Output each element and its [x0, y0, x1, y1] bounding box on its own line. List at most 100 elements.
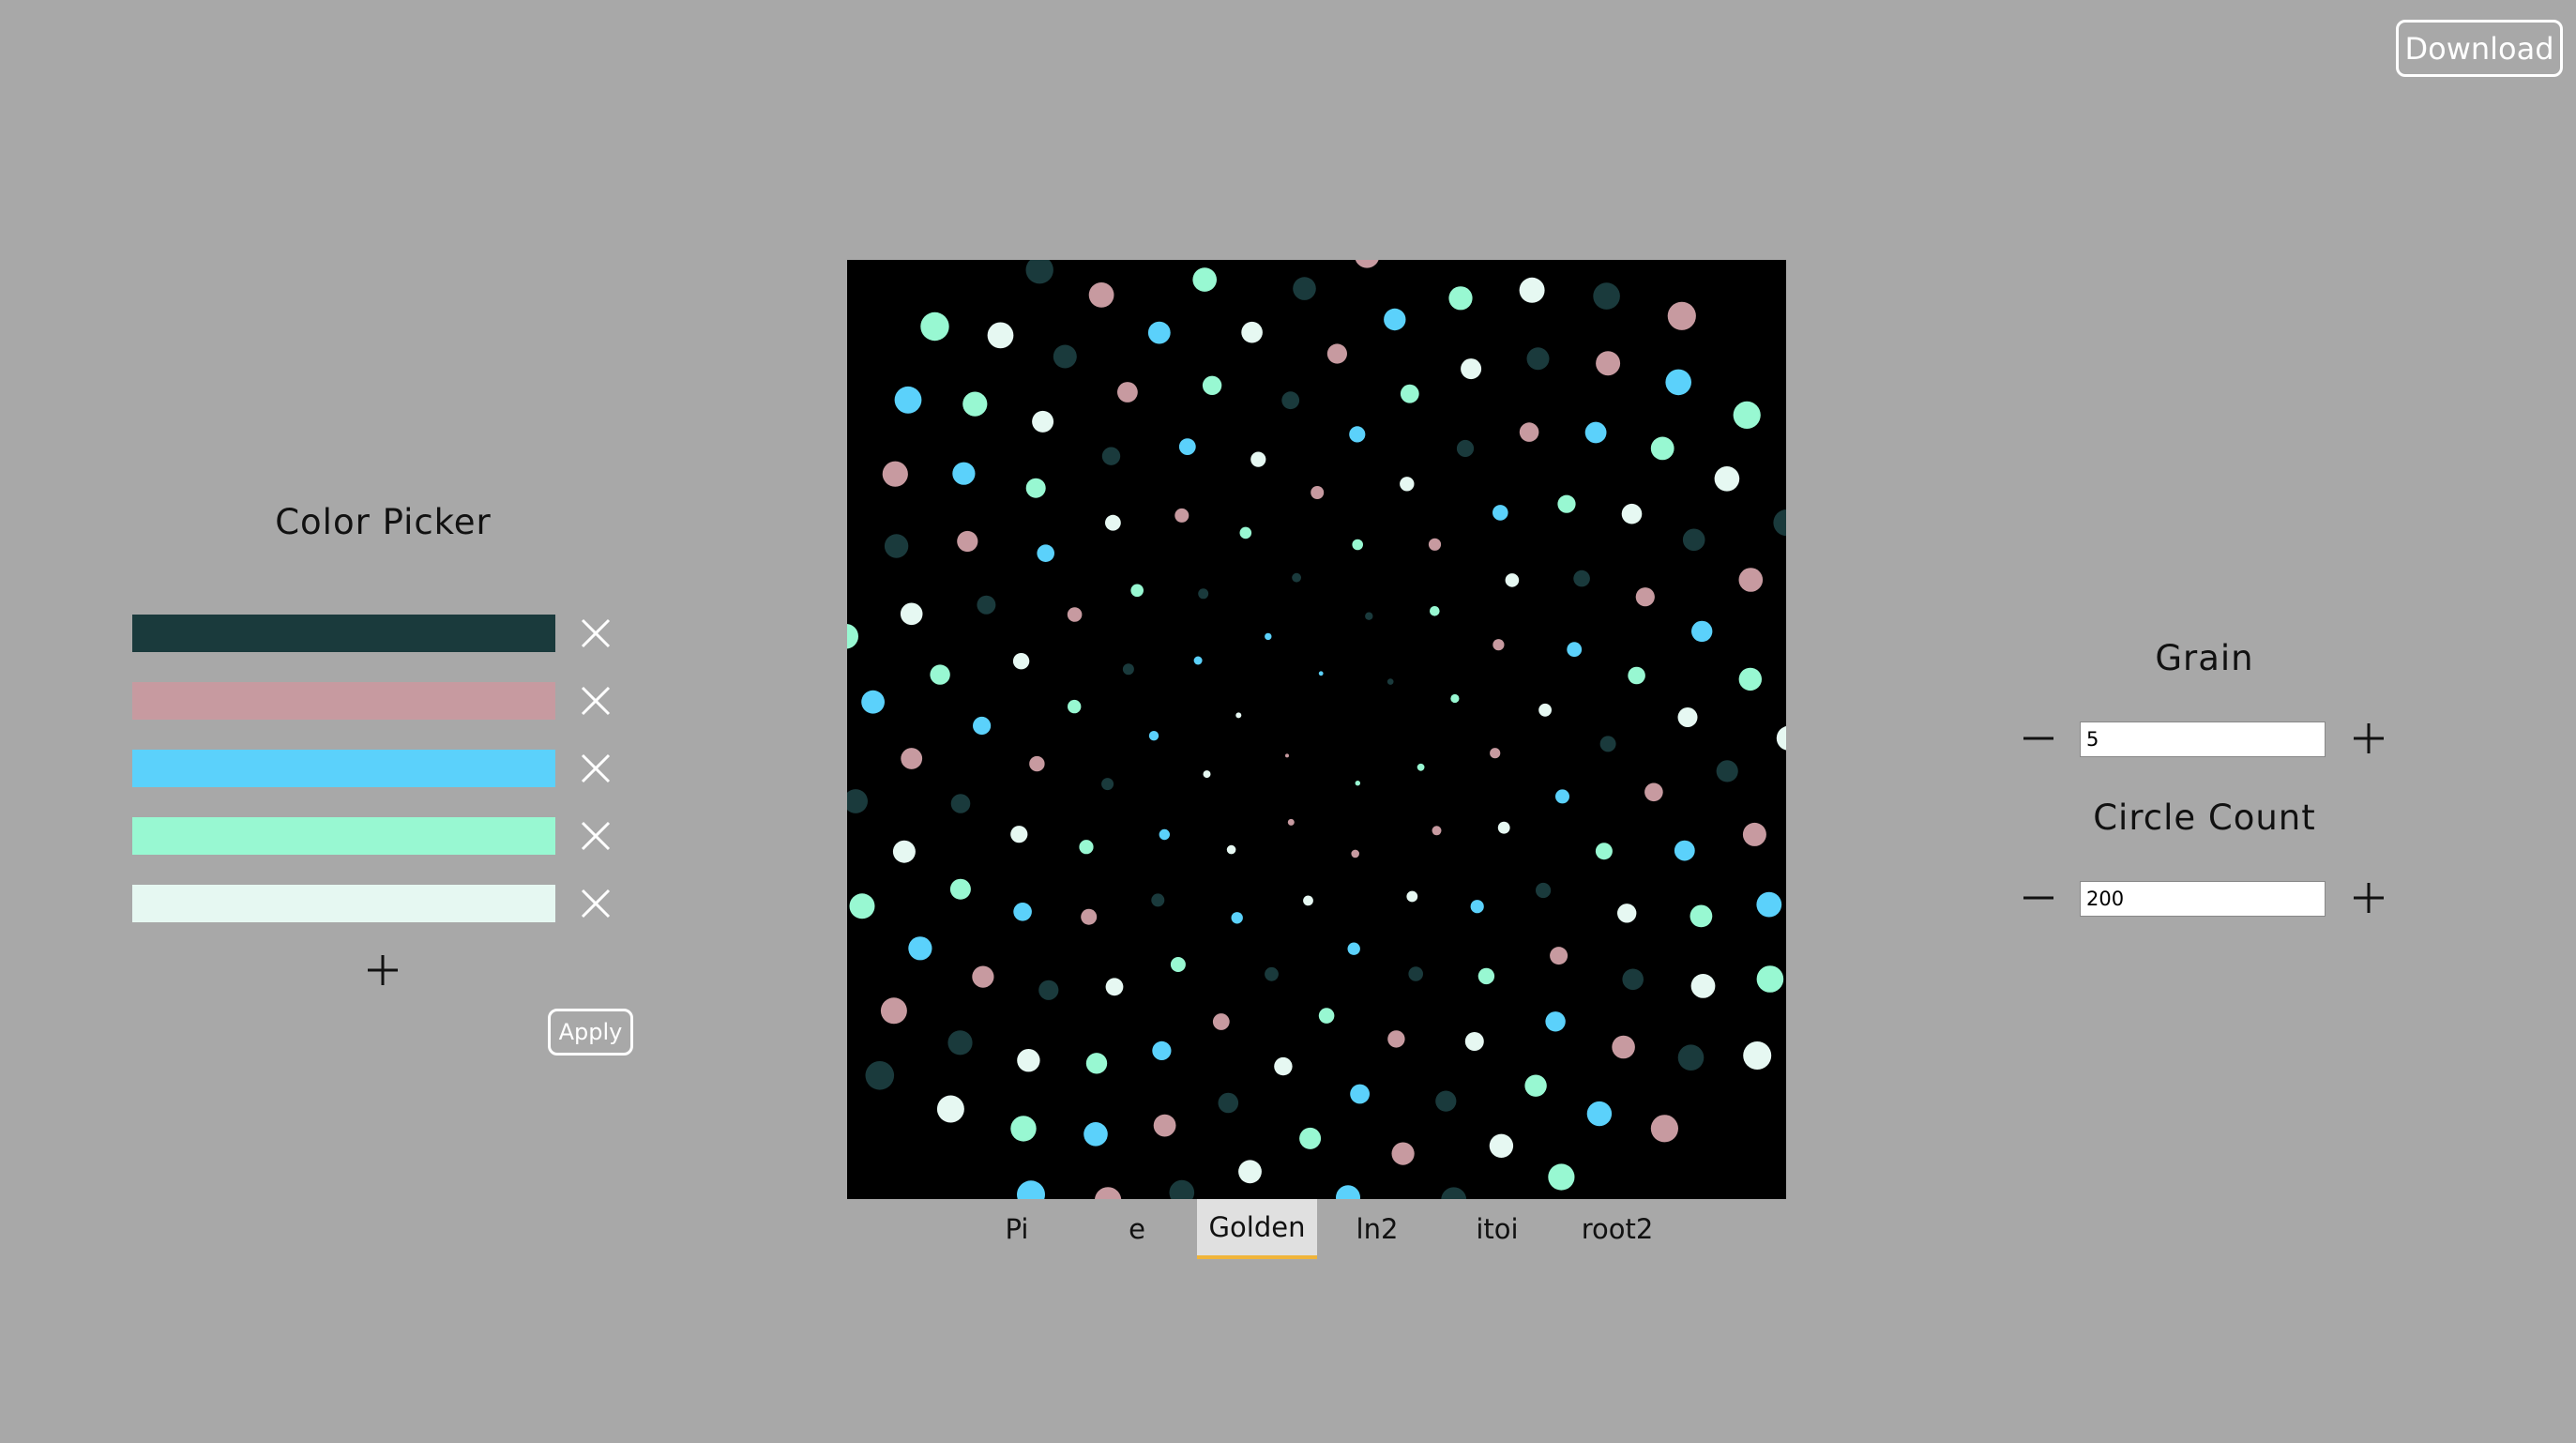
spiral-dot: [1152, 1040, 1172, 1060]
color-swatch[interactable]: [132, 615, 555, 652]
spiral-dot: [1464, 1032, 1484, 1051]
spiral-dot: [1550, 947, 1568, 965]
spiral-dot: [1733, 401, 1761, 429]
spiral-dot: [1101, 778, 1114, 791]
tab-pi[interactable]: Pi: [957, 1199, 1077, 1259]
tab-e[interactable]: e: [1077, 1199, 1197, 1259]
color-swatch[interactable]: [132, 682, 555, 720]
spiral-dot: [947, 1030, 973, 1056]
spiral-dot: [936, 1095, 964, 1123]
spiral-dot: [1738, 568, 1764, 592]
spiral-dot: [1085, 1053, 1108, 1074]
minus-icon[interactable]: [2020, 879, 2057, 917]
tab-ln2[interactable]: ln2: [1317, 1199, 1437, 1259]
grain-stepper: [2017, 720, 2392, 761]
spiral-dot: [1432, 826, 1442, 836]
spiral-dot: [1667, 301, 1696, 330]
spiral-dot: [1147, 321, 1171, 344]
apply-button[interactable]: Apply: [548, 1009, 633, 1056]
spiral-dot: [1203, 770, 1211, 779]
spiral-dot: [1714, 466, 1740, 492]
spiral-dot: [1241, 321, 1263, 343]
spiral-dot: [1650, 436, 1674, 461]
spiral-dot: [1743, 1041, 1772, 1070]
spiral-dot: [1017, 1180, 1045, 1199]
spiral-dot: [1505, 573, 1520, 587]
circle-count-title: Circle Count: [2093, 797, 2316, 838]
add-color-plus-icon[interactable]: [364, 951, 402, 989]
color-swatch[interactable]: [132, 750, 555, 787]
close-icon[interactable]: [577, 817, 614, 855]
close-icon[interactable]: [577, 885, 614, 922]
close-icon[interactable]: [577, 615, 614, 652]
spiral-dot: [1067, 607, 1083, 622]
spiral-dot: [949, 878, 971, 900]
spiral-dot: [1159, 828, 1170, 841]
spiral-dot: [972, 965, 994, 988]
tab-root2[interactable]: root2: [1557, 1199, 1677, 1259]
spiral-dot: [849, 893, 875, 919]
spiral-dot: [1032, 410, 1054, 433]
spiral-dot: [892, 840, 916, 863]
spiral-dot: [1010, 1116, 1037, 1142]
color-row: [132, 615, 620, 654]
spiral-dot: [957, 530, 978, 553]
spiral-dot: [865, 1061, 895, 1090]
spiral-dot: [1716, 760, 1738, 782]
spiral-dot: [1490, 748, 1501, 759]
spiral-dot: [1586, 1101, 1613, 1127]
spiral-dot: [1347, 942, 1360, 955]
plus-icon[interactable]: [2350, 720, 2387, 757]
close-icon[interactable]: [577, 682, 614, 720]
constant-tabs: Pi e Golden ln2 itoi root2: [957, 1199, 1677, 1263]
spiral-dot: [847, 789, 868, 813]
spiral-dot: [1400, 477, 1415, 492]
spiral-dot: [861, 690, 885, 714]
spiral-dot: [1538, 703, 1552, 717]
spiral-dot: [1387, 1030, 1405, 1048]
spiral-dot: [977, 595, 996, 615]
spiral-dot: [920, 311, 949, 342]
spiral-dot: [1622, 968, 1644, 991]
grain-input[interactable]: [2080, 722, 2326, 757]
close-icon[interactable]: [577, 750, 614, 787]
spiral-dot: [1192, 267, 1217, 292]
color-swatch[interactable]: [132, 885, 555, 922]
spiral-dot: [1773, 509, 1786, 537]
spiral-dot: [1094, 1187, 1122, 1199]
minus-icon[interactable]: [2020, 720, 2057, 757]
spiral-dot: [1105, 514, 1121, 531]
spiral-dot: [1311, 486, 1325, 499]
spiral-dot: [1101, 447, 1121, 465]
spiral-dot: [1450, 693, 1460, 704]
tab-itoi[interactable]: itoi: [1437, 1199, 1557, 1259]
spiral-dot: [1088, 282, 1114, 308]
spiral-dot: [1303, 895, 1313, 906]
spiral-dot: [1010, 826, 1028, 843]
spiral-dot: [1053, 344, 1077, 369]
spiral-dot: [1493, 639, 1505, 651]
spiral-dot: [1557, 494, 1576, 513]
circle-count-stepper: [2017, 879, 2392, 920]
spiral-dot: [950, 794, 971, 813]
spiral-dot: [1489, 1133, 1514, 1158]
spiral-dot: [1555, 789, 1569, 804]
spiral-dot: [1365, 612, 1373, 620]
circle-count-input[interactable]: [2080, 881, 2326, 917]
spiral-dot: [1083, 1122, 1108, 1147]
spiral-dot: [1428, 538, 1442, 551]
spiral-dot: [1430, 606, 1440, 616]
spiral-dot: [1239, 526, 1252, 539]
download-button[interactable]: Download: [2396, 20, 2563, 77]
spiral-dot: [1524, 1074, 1547, 1097]
spiral-dot: [1287, 818, 1295, 826]
spiral-dot: [1017, 1049, 1040, 1072]
spiral-dot: [1351, 849, 1359, 858]
color-swatch[interactable]: [132, 817, 555, 855]
spiral-dot: [1519, 422, 1539, 442]
tab-golden[interactable]: Golden: [1197, 1199, 1317, 1259]
plus-icon[interactable]: [2350, 879, 2387, 917]
spiral-dot: [1596, 351, 1621, 376]
spiral-dot: [901, 748, 923, 769]
spiral-dot: [1170, 957, 1186, 972]
